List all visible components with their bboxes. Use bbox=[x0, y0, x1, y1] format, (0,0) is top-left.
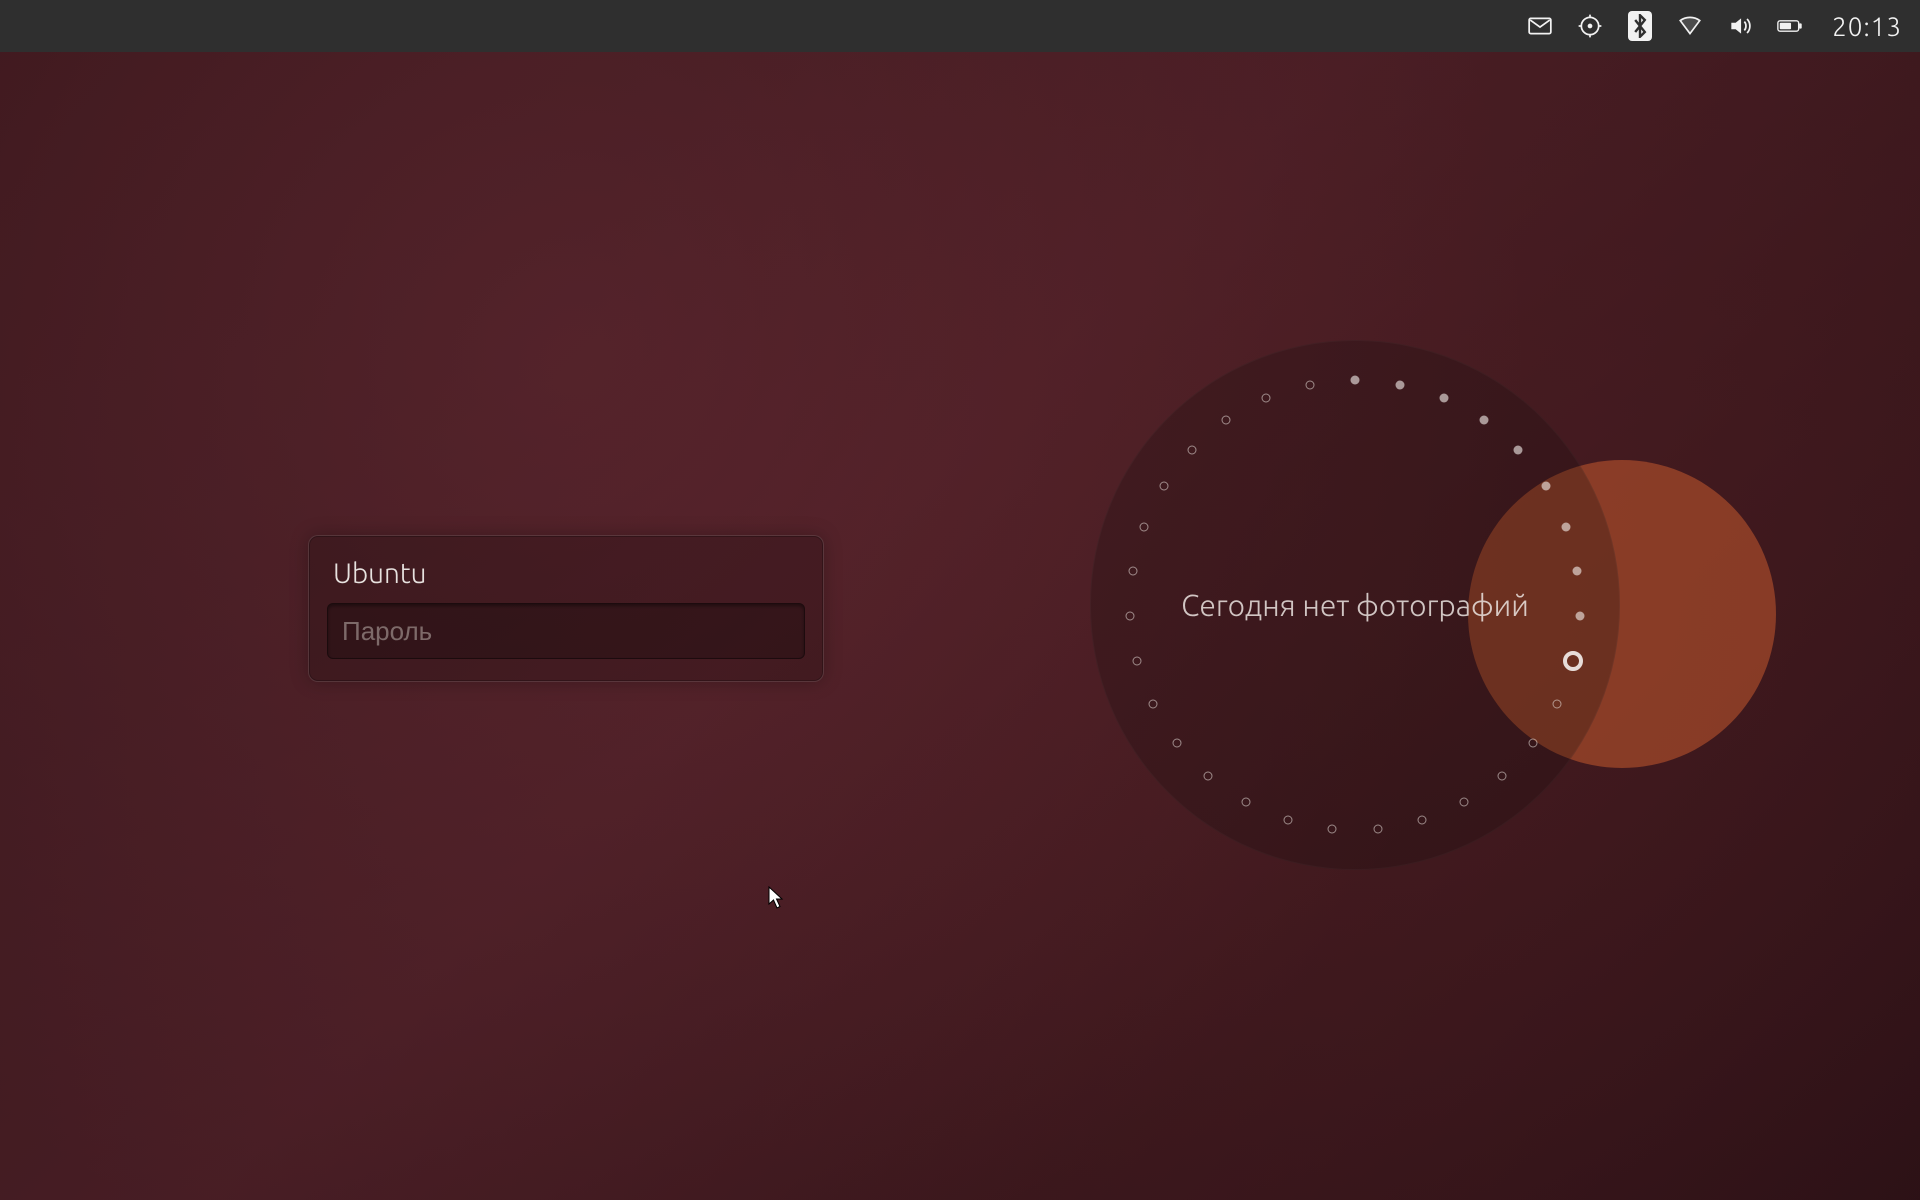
calendar-dot bbox=[1222, 416, 1231, 425]
calendar-dot bbox=[1563, 651, 1583, 671]
calendar-dot bbox=[1573, 566, 1582, 575]
calendar-dot bbox=[1553, 700, 1562, 709]
calendar-dot bbox=[1373, 824, 1382, 833]
calendar-dot bbox=[1128, 566, 1137, 575]
clock-time[interactable]: 20:13 bbox=[1832, 12, 1902, 41]
calendar-dot bbox=[1439, 394, 1448, 403]
mail-icon[interactable] bbox=[1526, 12, 1554, 40]
calendar-dot bbox=[1460, 797, 1469, 806]
calendar-dot bbox=[1126, 612, 1135, 621]
calendar-dot bbox=[1148, 700, 1157, 709]
login-box: Ubuntu bbox=[308, 535, 824, 682]
month-dots bbox=[1090, 340, 1620, 870]
wifi-icon[interactable] bbox=[1676, 12, 1704, 40]
calendar-dot bbox=[1241, 797, 1250, 806]
calendar-dot bbox=[1328, 824, 1337, 833]
battery-icon[interactable] bbox=[1776, 12, 1804, 40]
calendar-dot bbox=[1160, 481, 1169, 490]
calendar-dot bbox=[1283, 815, 1292, 824]
calendar-dot bbox=[1140, 522, 1149, 531]
calendar-dot bbox=[1561, 522, 1570, 531]
calendar-dot bbox=[1204, 771, 1213, 780]
calendar-dot bbox=[1514, 445, 1523, 454]
calendar-dot bbox=[1479, 416, 1488, 425]
calendar-dot bbox=[1497, 771, 1506, 780]
calendar-dot bbox=[1187, 445, 1196, 454]
calendar-dot bbox=[1262, 394, 1271, 403]
top-panel: 20:13 bbox=[0, 0, 1920, 52]
volume-icon[interactable] bbox=[1726, 12, 1754, 40]
calendar-dot bbox=[1541, 481, 1550, 490]
mouse-cursor-icon bbox=[768, 886, 784, 910]
password-input[interactable] bbox=[327, 603, 805, 659]
calendar-dot bbox=[1305, 380, 1314, 389]
today-photos-widget: Сегодня нет фотографий bbox=[1090, 340, 1620, 870]
calendar-dot bbox=[1351, 376, 1360, 385]
calendar-dot bbox=[1396, 380, 1405, 389]
calendar-dot bbox=[1575, 612, 1584, 621]
login-username-label[interactable]: Ubuntu bbox=[327, 552, 805, 603]
calendar-dot bbox=[1418, 815, 1427, 824]
calendar-dot bbox=[1528, 738, 1537, 747]
calendar-dot bbox=[1133, 657, 1142, 666]
calendar-dot bbox=[1173, 738, 1182, 747]
location-icon[interactable] bbox=[1576, 12, 1604, 40]
bluetooth-icon[interactable] bbox=[1626, 12, 1654, 40]
